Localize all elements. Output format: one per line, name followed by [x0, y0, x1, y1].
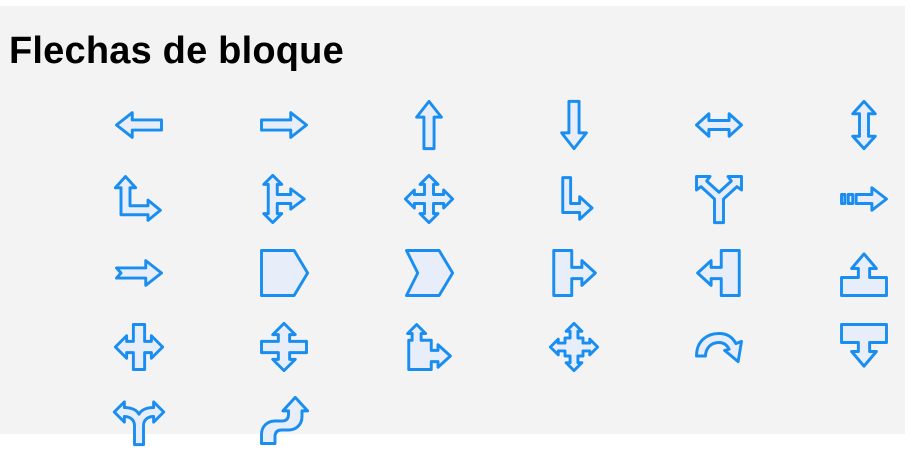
shape-right-arrow[interactable] [211, 88, 356, 162]
shape-corner-right-arrow[interactable] [501, 162, 646, 236]
shape-s-shaped-arrow[interactable] [211, 384, 356, 458]
up-down-arrow-callout-icon [259, 321, 308, 373]
shape-pentagon[interactable] [211, 236, 356, 310]
left-right-arrow-callout-icon [113, 323, 164, 371]
up-arrow-icon [414, 99, 443, 151]
shape-up-down-arrow-callout[interactable] [211, 310, 356, 384]
s-shaped-arrow-icon [259, 395, 309, 445]
down-arrow-callout-icon [839, 323, 888, 368]
shape-down-arrow[interactable] [501, 88, 646, 162]
left-arrow-callout-icon [695, 249, 741, 297]
shape-up-right-down-arrow[interactable] [211, 162, 356, 236]
notched-right-arrow-icon [114, 259, 163, 287]
up-down-arrow-icon [850, 99, 877, 151]
shape-down-arrow-callout[interactable] [791, 310, 909, 384]
shape-split-arrow[interactable] [646, 162, 791, 236]
corner-right-arrow-icon [560, 176, 593, 221]
shape-right-arrow-callout[interactable] [501, 236, 646, 310]
striped-right-arrow-icon [839, 186, 888, 212]
shape-up-right-arrow-callout[interactable] [356, 310, 501, 384]
shape-notched-right-arrow[interactable] [66, 236, 211, 310]
shape-split-round-arrow[interactable] [66, 384, 211, 458]
shape-four-way-arrow-callout[interactable] [501, 310, 646, 384]
up-right-arrow-callout-icon [405, 323, 452, 371]
left-right-arrow-icon [694, 112, 743, 138]
four-way-arrow-icon [403, 173, 454, 225]
shape-striped-right-arrow[interactable] [791, 162, 909, 236]
shape-four-way-arrow[interactable] [356, 162, 501, 236]
pentagon-icon [259, 249, 309, 297]
shape-up-right-arrow[interactable] [66, 162, 211, 236]
shape-up-down-arrow[interactable] [791, 88, 909, 162]
circular-arrow-icon [694, 332, 743, 364]
shape-left-arrow-callout[interactable] [646, 236, 791, 310]
split-round-arrow-icon [112, 400, 165, 447]
block-arrows-panel: Flechas de bloque [0, 6, 905, 447]
down-arrow-icon [559, 99, 588, 151]
right-arrow-icon [259, 111, 308, 139]
shape-up-arrow-callout[interactable] [791, 236, 909, 310]
section-title: Flechas de bloque [9, 30, 344, 72]
shape-chevron[interactable] [356, 236, 501, 310]
up-arrow-callout-icon [839, 252, 888, 297]
chevron-icon [404, 249, 454, 297]
up-right-arrow-icon [113, 175, 162, 222]
shape-left-arrow[interactable] [66, 88, 211, 162]
shape-left-right-arrow-callout[interactable] [66, 310, 211, 384]
shape-left-right-arrow[interactable] [646, 88, 791, 162]
up-right-down-arrow-icon [261, 173, 306, 225]
shape-grid [66, 88, 909, 458]
shape-circular-arrow[interactable] [646, 310, 791, 384]
four-way-arrow-callout-icon [548, 321, 599, 373]
split-arrow-icon [694, 175, 743, 225]
shape-up-arrow[interactable] [356, 88, 501, 162]
right-arrow-callout-icon [551, 249, 597, 297]
left-arrow-icon [114, 111, 163, 139]
